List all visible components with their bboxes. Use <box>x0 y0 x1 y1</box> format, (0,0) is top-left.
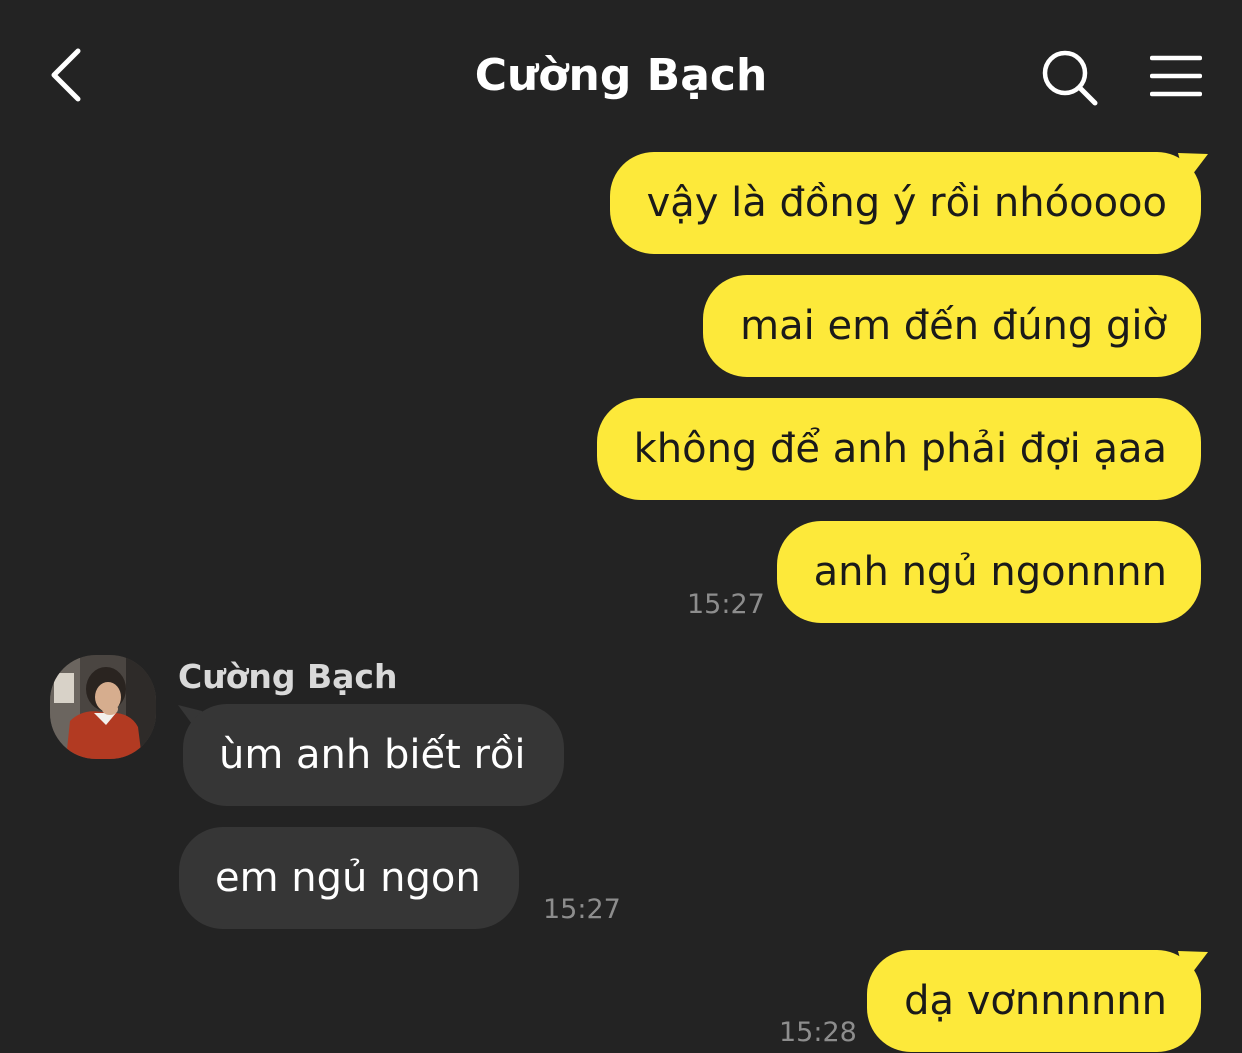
message-text: mai em đến đúng giờ <box>740 303 1167 349</box>
message-text: ùm anh biết rồi <box>219 732 526 778</box>
search-icon <box>1042 50 1098 106</box>
message-text: không để anh phải đợi ạaa <box>633 426 1167 472</box>
message-bubble-incoming[interactable]: em ngủ ngon <box>179 827 519 929</box>
hamburger-menu-icon <box>1150 55 1202 97</box>
message-bubble-incoming[interactable]: ùm anh biết rồi <box>183 704 564 806</box>
message-bubble-outgoing[interactable]: dạ vơnnnnnn <box>867 950 1201 1052</box>
message-bubble-outgoing[interactable]: anh ngủ ngonnnn <box>776 521 1201 623</box>
avatar[interactable] <box>50 655 156 759</box>
message-text: vậy là đồng ý rồi nhóoooo <box>646 180 1167 226</box>
message-text: dạ vơnnnnnn <box>904 978 1167 1024</box>
search-button[interactable] <box>1036 44 1102 110</box>
message-bubble-outgoing[interactable]: mai em đến đúng giờ <box>703 275 1201 377</box>
message-bubble-outgoing[interactable]: không để anh phải đợi ạaa <box>596 398 1201 500</box>
profile-photo <box>50 655 156 759</box>
message-timestamp: 15:28 <box>779 1017 857 1048</box>
message-text: anh ngủ ngonnnn <box>813 549 1167 595</box>
chat-screen: Cường Bạch vậy là đồng ý rồi nhóoooo mai… <box>0 0 1242 1053</box>
message-text: em ngủ ngon <box>215 855 481 901</box>
menu-button[interactable] <box>1144 46 1208 106</box>
sender-name: Cường Bạch <box>178 657 398 696</box>
message-timestamp: 15:27 <box>543 894 621 925</box>
message-timestamp: 15:27 <box>687 589 765 620</box>
chat-header: Cường Bạch <box>0 0 1242 150</box>
message-bubble-outgoing[interactable]: vậy là đồng ý rồi nhóoooo <box>609 152 1201 254</box>
